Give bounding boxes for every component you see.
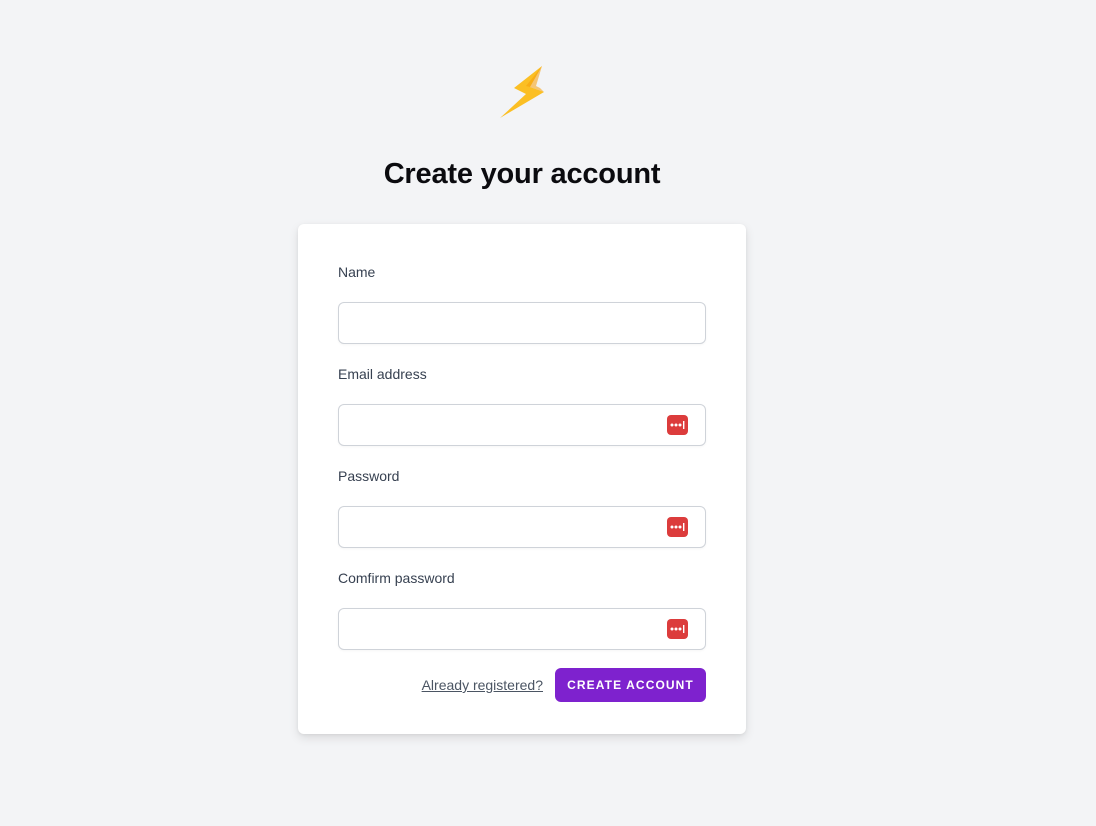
password-label: Password: [338, 468, 400, 484]
name-label: Name: [338, 264, 376, 280]
password-manager-icon[interactable]: [667, 619, 688, 639]
password-input[interactable]: [339, 507, 705, 547]
email-label: Email address: [338, 366, 427, 382]
password-field-group: Password: [338, 466, 706, 548]
form-actions: Already registered? CREATE ACCOUNT: [338, 668, 706, 702]
name-input-wrapper: [338, 302, 706, 344]
create-account-button[interactable]: CREATE ACCOUNT: [555, 668, 706, 702]
confirm-password-input[interactable]: [339, 609, 705, 649]
email-input[interactable]: [339, 405, 705, 445]
lightning-bolt-icon: [496, 64, 548, 120]
already-registered-link[interactable]: Already registered?: [422, 677, 543, 693]
email-input-wrapper: [338, 404, 706, 446]
page-title: Create your account: [383, 158, 661, 190]
password-manager-icon[interactable]: [667, 517, 688, 537]
name-input[interactable]: [339, 303, 705, 343]
confirm-password-input-wrapper: [338, 608, 706, 650]
confirm-password-label: Comfirm password: [338, 570, 455, 586]
register-form-card: Name Email address Password Comfirm pass…: [298, 224, 746, 734]
name-field-group: Name: [338, 262, 706, 344]
password-input-wrapper: [338, 506, 706, 548]
confirm-password-field-group: Comfirm password: [338, 568, 706, 650]
password-manager-icon[interactable]: [667, 415, 688, 435]
email-field-group: Email address: [338, 364, 706, 446]
